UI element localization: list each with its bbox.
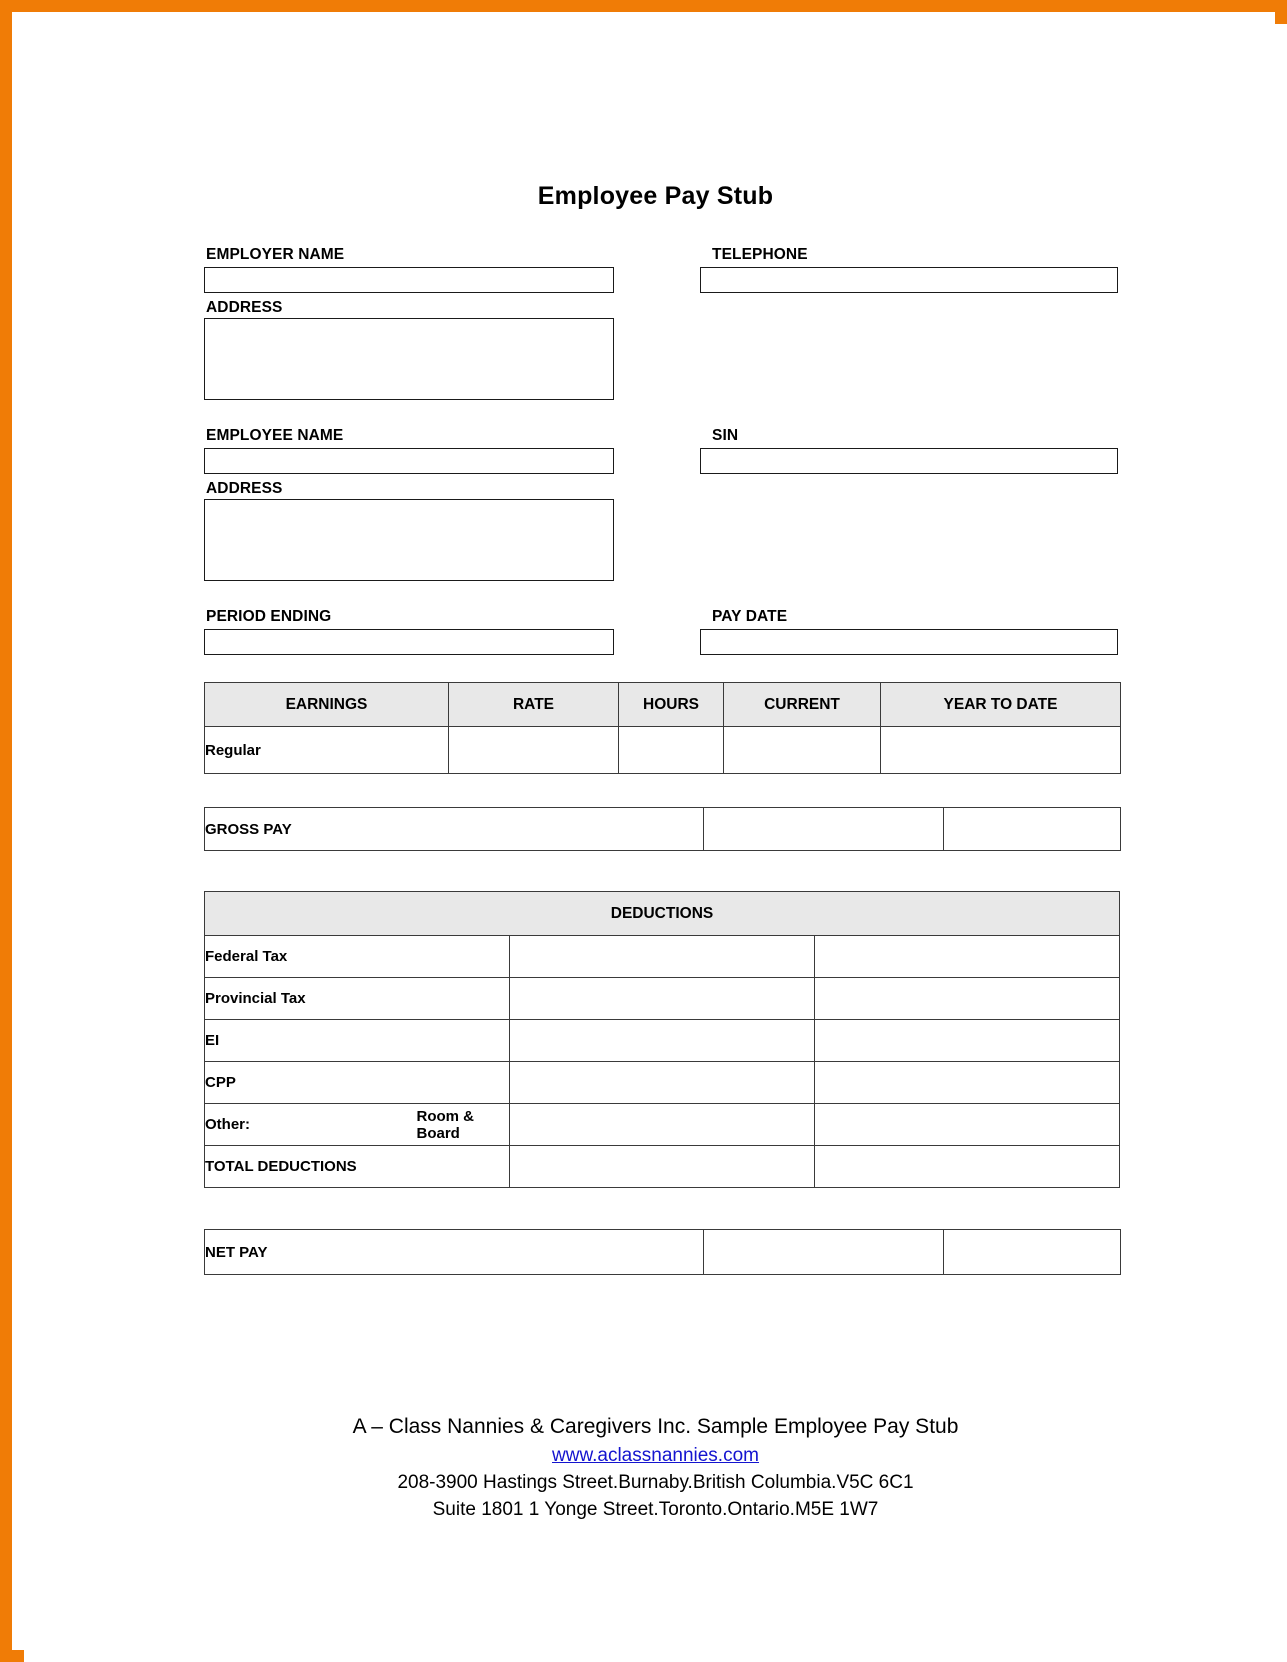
table-row: Regular bbox=[204, 726, 1121, 774]
table-row: TOTAL DEDUCTIONS bbox=[204, 1145, 1120, 1188]
period-ending-label: PERIOD ENDING bbox=[206, 608, 332, 625]
footer-company-line: A – Class Nannies & Caregivers Inc. Samp… bbox=[352, 1415, 959, 1438]
deduction-current-cpp[interactable] bbox=[509, 1061, 815, 1104]
employer-telephone-label: TELEPHONE bbox=[712, 246, 808, 263]
deduction-label-federal-tax: Federal Tax bbox=[204, 935, 510, 978]
footer-address-line-1: 208-3900 Hastings Street.Burnaby.British… bbox=[397, 1472, 914, 1493]
table-row: NET PAY bbox=[204, 1229, 1121, 1275]
net-pay-ytd[interactable] bbox=[943, 1229, 1121, 1275]
table-row: EI bbox=[204, 1019, 1120, 1062]
employer-name-label: EMPLOYER NAME bbox=[206, 246, 345, 263]
table-row: GROSS PAY bbox=[204, 807, 1121, 851]
earnings-row-label: Regular bbox=[204, 726, 449, 774]
deduction-label-total-deductions: TOTAL DEDUCTIONS bbox=[204, 1145, 510, 1188]
gross-pay-ytd[interactable] bbox=[943, 807, 1121, 851]
paystub-sheet: Employee Pay Stub EMPLOYER NAME ADDRESS … bbox=[24, 24, 1287, 1662]
footer-address-line-2: Suite 1801 1 Yonge Street.Toronto.Ontari… bbox=[432, 1499, 879, 1520]
earnings-header-rate: RATE bbox=[448, 682, 619, 727]
table-row: Provincial Tax bbox=[204, 977, 1120, 1020]
deduction-other-description: Room & Board bbox=[416, 1107, 474, 1142]
employee-address-label: ADDRESS bbox=[206, 480, 283, 497]
page-title: Employee Pay Stub bbox=[537, 182, 774, 210]
deductions-table: DEDUCTIONS Federal Tax Provincial Tax EI bbox=[204, 891, 1120, 1188]
net-pay-current[interactable] bbox=[703, 1229, 944, 1275]
deduction-ytd-cpp[interactable] bbox=[814, 1061, 1120, 1104]
deduction-current-total-deductions[interactable] bbox=[509, 1145, 815, 1188]
period-ending-input[interactable] bbox=[204, 629, 614, 655]
earnings-header-current: CURRENT bbox=[723, 682, 881, 727]
employee-sin-label: SIN bbox=[712, 427, 739, 444]
earnings-row-current[interactable] bbox=[723, 726, 881, 774]
deduction-ytd-total-deductions[interactable] bbox=[814, 1145, 1120, 1188]
employee-name-input[interactable] bbox=[204, 448, 614, 474]
deduction-current-other[interactable] bbox=[509, 1103, 815, 1146]
employee-address-input[interactable] bbox=[204, 499, 614, 581]
earnings-row-rate[interactable] bbox=[448, 726, 619, 774]
employee-sin-input[interactable] bbox=[700, 448, 1118, 474]
pay-date-label: PAY DATE bbox=[712, 608, 788, 625]
page-orange-frame: Employee Pay Stub EMPLOYER NAME ADDRESS … bbox=[0, 0, 1287, 1662]
net-pay-label: NET PAY bbox=[204, 1229, 704, 1275]
table-row: CPP bbox=[204, 1061, 1120, 1104]
deduction-label-ei: EI bbox=[204, 1019, 510, 1062]
footer-website-row: www.aclassnannies.com bbox=[24, 1442, 1287, 1469]
deduction-ytd-federal-tax[interactable] bbox=[814, 935, 1120, 978]
deduction-ytd-other[interactable] bbox=[814, 1103, 1120, 1146]
footer: A – Class Nannies & Caregivers Inc. Samp… bbox=[24, 1412, 1287, 1523]
earnings-table: EARNINGS RATE HOURS CURRENT YEAR TO DATE… bbox=[204, 682, 1121, 774]
net-pay-table: NET PAY bbox=[204, 1229, 1121, 1275]
employer-address-label: ADDRESS bbox=[206, 299, 283, 316]
employer-telephone-input[interactable] bbox=[700, 267, 1118, 293]
earnings-header-hours: HOURS bbox=[618, 682, 724, 727]
gross-pay-current[interactable] bbox=[703, 807, 944, 851]
deduction-other-key: Other: bbox=[205, 1116, 250, 1133]
employee-name-label: EMPLOYEE NAME bbox=[206, 427, 344, 444]
footer-website-link[interactable]: www.aclassnannies.com bbox=[552, 1442, 759, 1469]
earnings-header-year-to-date: YEAR TO DATE bbox=[880, 682, 1121, 727]
deduction-label-cpp: CPP bbox=[204, 1061, 510, 1104]
earnings-row-ytd[interactable] bbox=[880, 726, 1121, 774]
table-row: Federal Tax bbox=[204, 935, 1120, 978]
deduction-ytd-provincial-tax[interactable] bbox=[814, 977, 1120, 1020]
gross-pay-table: GROSS PAY bbox=[204, 807, 1121, 851]
deduction-current-federal-tax[interactable] bbox=[509, 935, 815, 978]
pay-date-input[interactable] bbox=[700, 629, 1118, 655]
gross-pay-label: GROSS PAY bbox=[204, 807, 704, 851]
earnings-row-hours[interactable] bbox=[618, 726, 724, 774]
deduction-label-other: Other: Room & Board bbox=[204, 1103, 510, 1146]
earnings-header-row: EARNINGS RATE HOURS CURRENT YEAR TO DATE bbox=[204, 682, 1121, 727]
deductions-header-title: DEDUCTIONS bbox=[204, 891, 1120, 936]
deductions-header-row: DEDUCTIONS bbox=[204, 891, 1120, 936]
employer-name-input[interactable] bbox=[204, 267, 614, 293]
deduction-current-ei[interactable] bbox=[509, 1019, 815, 1062]
table-row: Other: Room & Board bbox=[204, 1103, 1120, 1146]
deduction-ytd-ei[interactable] bbox=[814, 1019, 1120, 1062]
employer-address-input[interactable] bbox=[204, 318, 614, 400]
earnings-header-earnings: EARNINGS bbox=[204, 682, 449, 727]
deduction-label-provincial-tax: Provincial Tax bbox=[204, 977, 510, 1020]
deduction-current-provincial-tax[interactable] bbox=[509, 977, 815, 1020]
